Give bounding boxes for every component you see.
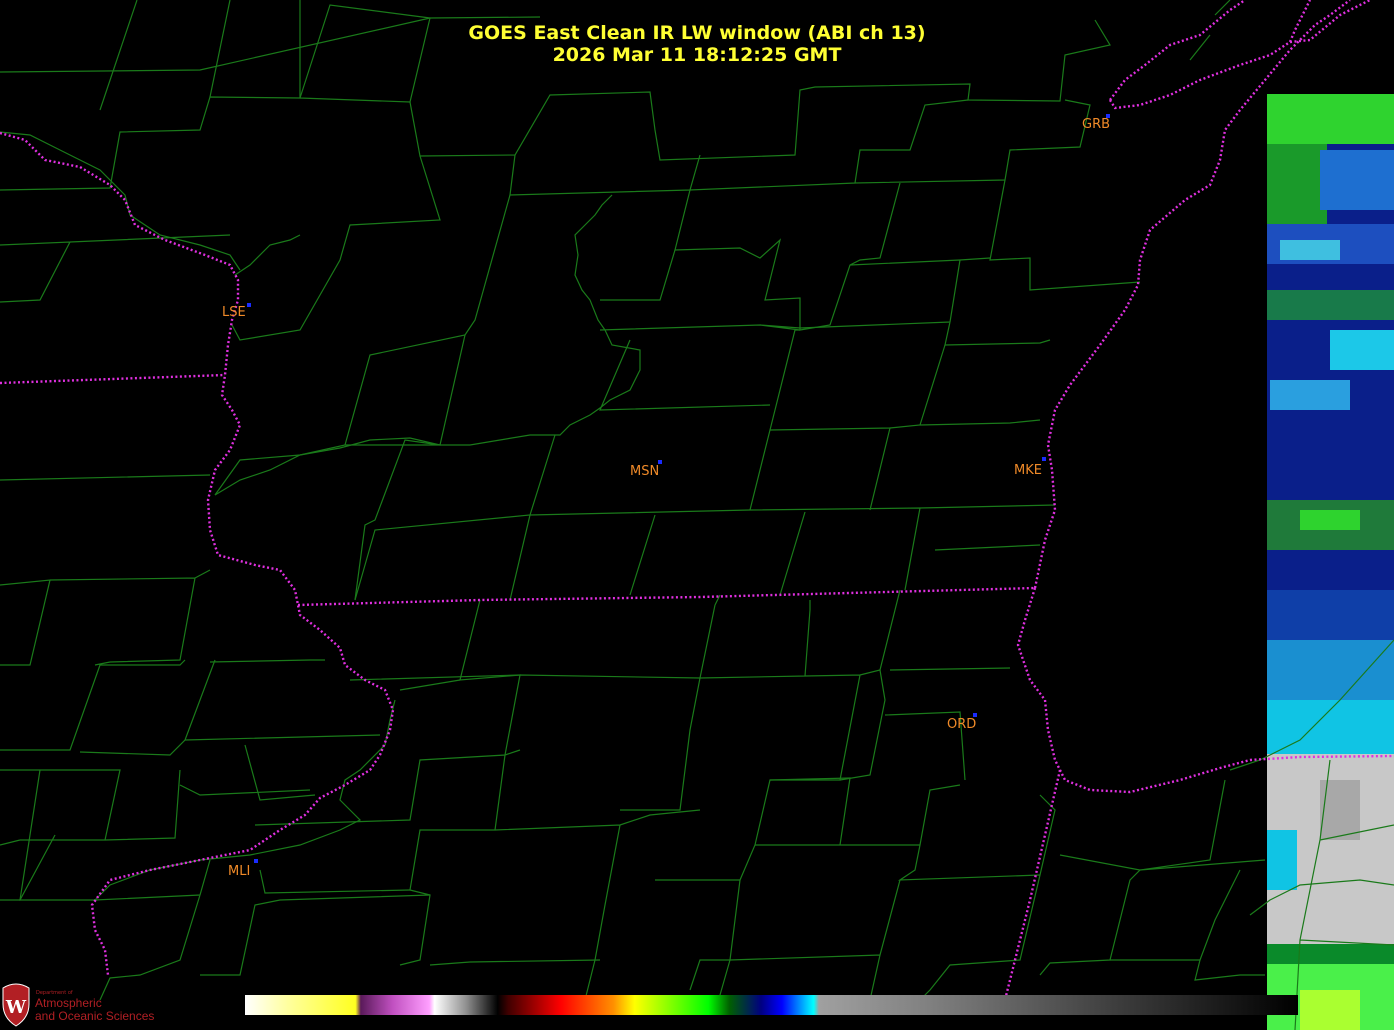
- logo-line2: and Oceanic Sciences: [35, 1009, 155, 1023]
- image-title-line2-timestamp: 2026 Mar 11 18:12:25 GMT: [552, 44, 842, 66]
- station-dot-mke: [1042, 457, 1046, 461]
- station-label-lse: LSE: [222, 305, 246, 320]
- station-dot-lse: [247, 303, 251, 307]
- station-label-ord: ORD: [947, 717, 977, 732]
- station-label-msn: MSN: [630, 464, 660, 479]
- color-scale-bar: [245, 995, 1298, 1015]
- image-title-line1: GOES East Clean IR LW window (ABI ch 13): [468, 22, 926, 44]
- satellite-imagery: [1267, 94, 1394, 1030]
- station-label-mke: MKE: [1014, 463, 1042, 478]
- station-label-mli: MLI: [228, 864, 251, 879]
- svg-text:W: W: [5, 997, 27, 1018]
- map-canvas: [0, 0, 1394, 1030]
- logo-line1: Atmospheric: [35, 996, 102, 1010]
- station-dot-mli: [254, 859, 258, 863]
- station-label-grb: GRB: [1082, 117, 1111, 132]
